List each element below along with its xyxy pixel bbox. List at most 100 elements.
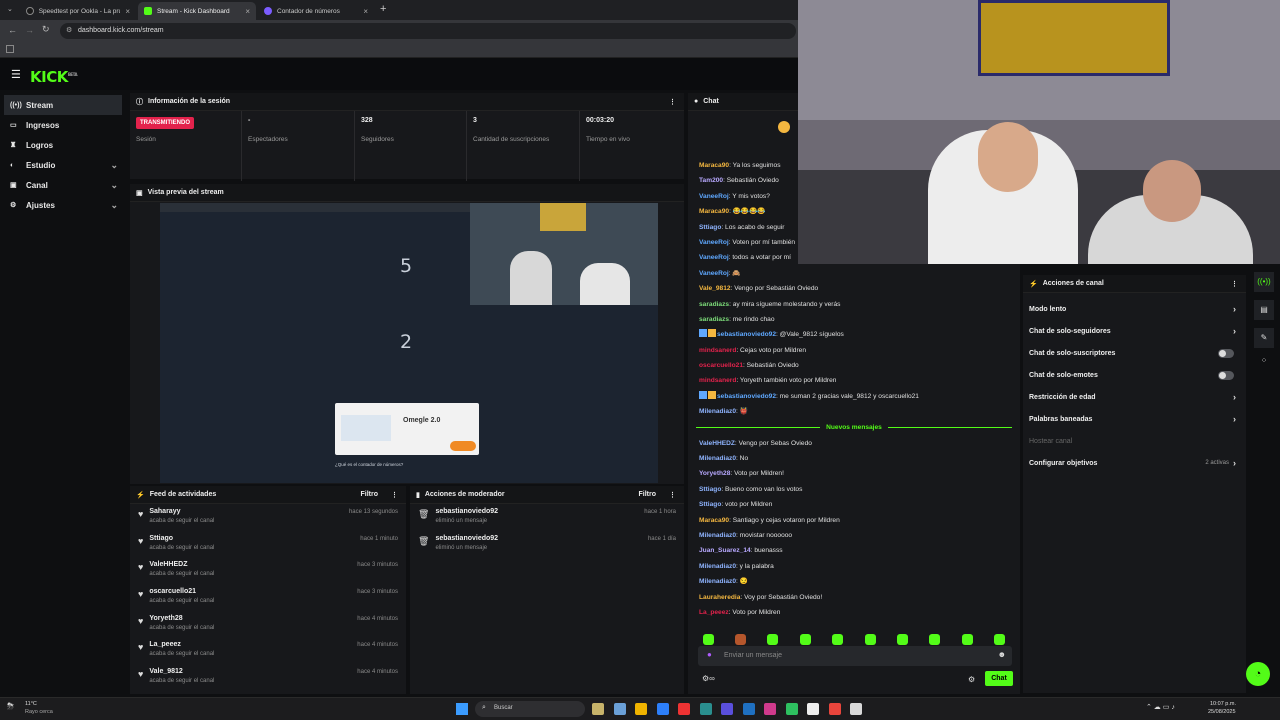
filter-button[interactable]: Filtro [639, 491, 657, 498]
chat-message[interactable]: sebastianoviedo92: @Vale_9812 síguelos [688, 327, 1020, 342]
more-icon[interactable]: ⋮ [391, 491, 398, 499]
chat-username[interactable]: Maraca90 [699, 517, 729, 524]
taskbar-app-icon[interactable] [850, 703, 862, 715]
taskbar-app-icon[interactable] [807, 703, 819, 715]
chat-username[interactable]: VaneeRoj [699, 193, 729, 200]
channel-action-5[interactable]: Restricción de edad › [1023, 386, 1246, 408]
forward-icon[interactable]: → [25, 25, 34, 35]
chat-username[interactable]: VaneeRoj [699, 239, 729, 246]
filter-button[interactable]: Filtro [361, 491, 379, 498]
more-icon[interactable]: ⋮ [669, 491, 676, 499]
apps-icon[interactable]: ⁘ [1254, 356, 1274, 370]
apps-icon[interactable] [6, 45, 14, 53]
emote-icon[interactable] [864, 633, 876, 645]
chat-username[interactable]: Tam200 [699, 177, 723, 184]
chat-username[interactable]: Milenadiaz0 [699, 408, 736, 415]
more-icon[interactable]: ⋮ [1231, 280, 1238, 288]
windows-start-icon[interactable] [456, 703, 468, 715]
chat-fab-icon[interactable]: ◔ [1246, 662, 1270, 686]
broadcast-icon[interactable]: ((•)) [1254, 272, 1274, 292]
channel-action-4[interactable]: Chat de solo-emotes [1023, 364, 1246, 386]
chat-message[interactable]: oscarcuello21: Sebastián Oviedo [688, 358, 1020, 373]
chevron-right-icon[interactable]: › [1233, 326, 1236, 336]
sidebar-item-logros[interactable]: ♜ Logros [0, 135, 126, 155]
chat-message[interactable]: saradiazs: me rindo chao [688, 312, 1020, 327]
feed-item[interactable]: ♥ oscarcuello21 acaba de seguir el canal ha… [130, 584, 406, 611]
settings-icon[interactable]: ⚙ [968, 675, 975, 684]
system-tray-icon[interactable]: ⌃ ☁ ▭ ♪ [1146, 703, 1175, 711]
feed-item[interactable]: ♥ Yoryeth28 acaba de seguir el canal hace 4… [130, 611, 406, 638]
mod-action-item[interactable]: 🗑 sebastianoviedo92 eliminó un mensaje hace… [410, 531, 684, 558]
kick-logo[interactable]: KICKBETA [30, 68, 78, 86]
mic-icon[interactable]: ● [707, 650, 712, 659]
chat-username[interactable]: saradiazs [699, 301, 729, 308]
weather-temp[interactable]: 11°C [25, 701, 37, 707]
taskbar-app-icon[interactable] [828, 703, 841, 715]
chat-username[interactable]: Sttiago [699, 486, 721, 493]
chat-message[interactable]: VaneeRoj: 🙈 [688, 266, 1020, 281]
feed-item[interactable]: ♥ La_peeez acaba de seguir el canal hace 4 … [130, 637, 406, 664]
new-tab-icon[interactable]: + [380, 3, 386, 15]
chevron-down-icon[interactable]: ⌄ [110, 200, 118, 211]
feed-item[interactable]: ♥ ValeHHEDZ acaba de seguir el canal hace 3… [130, 557, 406, 584]
chat-message[interactable]: saradiazs: ay mira sígueme molestando y … [688, 297, 1020, 312]
toggle-switch[interactable] [1218, 370, 1234, 380]
emote-icon[interactable] [961, 633, 973, 645]
chevron-right-icon[interactable]: › [1233, 304, 1236, 314]
tab-list-icon[interactable]: ⌄ [7, 5, 13, 13]
pinned-badge-icon[interactable] [778, 121, 790, 133]
chevron-down-icon[interactable]: ⌄ [110, 180, 118, 191]
site-info-icon[interactable]: ⚙ [66, 26, 72, 34]
chat-username[interactable]: Vale_9812 [699, 285, 731, 292]
wrench-icon[interactable]: ✎ [1254, 328, 1274, 348]
channel-action-8[interactable]: Configurar objetivos 2 activas › [1023, 452, 1246, 474]
chat-username[interactable]: La_peeez [699, 609, 729, 616]
chat-username[interactable]: saradiazs [699, 316, 729, 323]
taskbar-app-icon[interactable] [742, 703, 755, 715]
taskbar-app-icon[interactable] [656, 703, 669, 715]
chat-username[interactable]: Maraca90 [699, 162, 729, 169]
url-input[interactable]: ⚙ dashboard.kick.com/stream [60, 23, 796, 39]
chat-username[interactable]: Milenadiaz0 [699, 563, 736, 570]
sidebar-item-canal[interactable]: ▣ Canal ⌄ [0, 175, 126, 195]
browser-tab-contador[interactable]: Contador de números × [258, 2, 374, 20]
emoji-icon[interactable]: ☻ [998, 650, 1006, 659]
close-icon[interactable]: × [125, 7, 130, 16]
chat-message[interactable]: La_peeez: Voto por Mildren [688, 605, 1020, 620]
chat-message[interactable]: Vale_9812: Vengo por Sebastián Oviedo [688, 281, 1020, 296]
sidebar-item-ingresos[interactable]: ▭ Ingresos [0, 115, 126, 135]
taskbar-app-icon[interactable] [785, 703, 798, 715]
back-icon[interactable]: ← [8, 25, 17, 35]
emote-icon[interactable] [767, 633, 779, 645]
chat-username[interactable]: mindsanerd [699, 347, 736, 354]
emote-icon[interactable] [799, 633, 811, 645]
emote-icon[interactable] [735, 633, 747, 645]
close-icon[interactable]: × [363, 7, 368, 16]
feed-item[interactable]: ♥ Sttiago acaba de seguir el canal hace 1 m… [130, 531, 406, 558]
chat-message[interactable]: Maraca90: Santiago y cejas votaron por M… [688, 513, 1020, 528]
chat-message[interactable]: Milenadiaz0: y la palabra [688, 559, 1020, 574]
emote-icon[interactable] [832, 633, 844, 645]
chat-message[interactable]: mindsanerd: Yoryeth también voto por Mil… [688, 373, 1020, 388]
chat-message[interactable]: sebastianoviedo92: me suman 2 gracias va… [688, 389, 1020, 404]
chat-message[interactable]: Milenadiaz0: 😏 [688, 574, 1020, 589]
chat-input[interactable]: ● Enviar un mensaje ☻ [698, 646, 1012, 666]
chat-username[interactable]: VaneeRoj [699, 270, 729, 277]
feed-item[interactable]: ♥ Vale_9812 acaba de seguir el canal hace 4… [130, 664, 406, 691]
chat-message[interactable]: Milenadiaz0: No [688, 451, 1020, 466]
emote-icon[interactable] [702, 633, 714, 645]
reload-icon[interactable]: ↻ [42, 24, 50, 35]
chat-username[interactable]: Juan_Suarez_14 [699, 547, 751, 554]
chat-username[interactable]: Milenadiaz0 [699, 532, 736, 539]
channel-action-1[interactable]: Modo lento › [1023, 298, 1246, 320]
chat-username[interactable]: VaneeRoj [699, 254, 729, 261]
taskbar-app-icon[interactable] [613, 703, 626, 715]
close-icon[interactable]: × [245, 7, 250, 16]
chat-username[interactable]: Milenadiaz0 [699, 455, 736, 462]
chat-message[interactable]: Milenadiaz0: movistar noooooo [688, 528, 1020, 543]
taskbar-app-icon[interactable] [721, 703, 733, 715]
chat-username[interactable]: Maraca90 [699, 208, 729, 215]
chevron-down-icon[interactable]: ⌄ [110, 160, 118, 171]
toggle-switch[interactable] [1218, 348, 1234, 358]
channel-action-2[interactable]: Chat de solo-seguidores › [1023, 320, 1246, 342]
